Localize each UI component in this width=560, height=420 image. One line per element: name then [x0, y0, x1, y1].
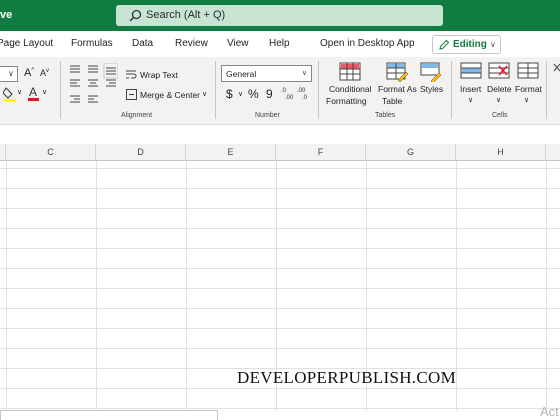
merge-center-button[interactable]: Merge & Center: [140, 90, 200, 100]
tab-help[interactable]: Help: [269, 38, 290, 49]
svg-text:.00: .00: [285, 95, 294, 100]
wrap-text-button[interactable]: Wrap Text: [140, 70, 178, 80]
chevron-down-icon: ∨: [8, 69, 14, 78]
search-placeholder: Search (Alt + Q): [146, 9, 226, 21]
decrease-font-icon[interactable]: Av: [40, 68, 49, 78]
font-size-dropdown[interactable]: ∨: [0, 66, 18, 82]
svg-text:.0: .0: [281, 88, 287, 94]
styles-button[interactable]: Styles: [420, 84, 443, 94]
svg-text:A: A: [29, 85, 37, 99]
chevron-down-icon[interactable]: ∨: [202, 90, 207, 98]
merge-center-icon: [126, 89, 137, 100]
sort-filter-icon[interactable]: [553, 63, 560, 77]
divider: [60, 61, 61, 119]
format-as-table-icon: [386, 62, 408, 82]
increase-font-icon[interactable]: A^: [24, 67, 34, 79]
group-label-tables: Tables: [375, 112, 396, 119]
activate-windows-text: Act: [540, 404, 559, 419]
fill-color-icon[interactable]: [3, 86, 17, 102]
column-header-i[interactable]: [546, 144, 560, 161]
divider: [546, 61, 547, 119]
open-desktop-button[interactable]: Open in Desktop App: [320, 38, 415, 49]
chevron-down-icon[interactable]: ∨: [17, 88, 22, 96]
format-as-table-label-2[interactable]: Table: [382, 96, 402, 106]
search-box[interactable]: Search (Alt + Q): [116, 5, 443, 26]
cell-styles-icon: [420, 62, 442, 82]
chevron-down-icon[interactable]: ∨: [42, 88, 47, 96]
editing-label: Editing: [453, 39, 487, 50]
insert-button[interactable]: Insert: [460, 84, 481, 94]
column-header-e[interactable]: E: [186, 144, 276, 161]
chevron-down-icon: ∨: [490, 40, 496, 49]
conditional-formatting-label-1[interactable]: Conditional: [329, 84, 372, 94]
group-label-cells: Cells: [492, 112, 508, 119]
currency-button[interactable]: $: [226, 87, 233, 101]
column-header-h[interactable]: H: [456, 144, 546, 161]
format-button[interactable]: Format: [515, 84, 542, 94]
divider: [451, 61, 452, 119]
column-header-g[interactable]: G: [366, 144, 456, 161]
delete-button[interactable]: Delete: [487, 84, 512, 94]
chevron-down-icon[interactable]: ∨: [468, 96, 473, 104]
alignment-buttons[interactable]: [68, 63, 118, 111]
increase-decimal-icon[interactable]: .0 .00: [281, 86, 295, 100]
conditional-formatting-label-2[interactable]: Formatting: [326, 96, 367, 106]
format-cells-icon: [517, 62, 539, 79]
divider: [318, 61, 319, 119]
ribbon: ∨ A^ Av ∨ A ∨ Wrap Text Merge & Center ∨…: [0, 57, 560, 125]
number-format-dropdown[interactable]: General ∨: [221, 65, 312, 82]
insert-cells-icon: [460, 62, 482, 79]
watermark: DEVELOPERPUBLISH.COM: [237, 368, 456, 387]
font-color-icon[interactable]: A: [28, 85, 40, 102]
percent-button[interactable]: %: [248, 87, 259, 101]
column-header-c[interactable]: C: [6, 144, 96, 161]
tab-data[interactable]: Data: [132, 38, 153, 49]
tab-review[interactable]: Review: [175, 38, 208, 49]
editing-mode-button[interactable]: Editing ∨: [432, 35, 501, 54]
tab-view[interactable]: View: [227, 38, 249, 49]
decrease-decimal-icon[interactable]: .00 .0: [297, 86, 311, 100]
tab-page-layout[interactable]: Page Layout: [0, 38, 53, 49]
column-header-f[interactable]: F: [276, 144, 366, 161]
title-bar: ve Search (Alt + Q): [0, 0, 560, 31]
chevron-down-icon[interactable]: ∨: [524, 96, 529, 104]
svg-text:.0: .0: [302, 95, 308, 100]
comma-button[interactable]: 9: [266, 87, 273, 101]
conditional-formatting-icon: [339, 62, 361, 81]
sheet-tab-bar[interactable]: [0, 410, 218, 420]
tab-formulas[interactable]: Formulas: [71, 38, 113, 49]
number-format-value: General: [226, 69, 257, 79]
chevron-down-icon: ∨: [301, 70, 307, 77]
chevron-down-icon[interactable]: ∨: [238, 90, 243, 98]
ribbon-tabs: Page Layout Formulas Data Review View He…: [0, 31, 560, 57]
pencil-icon: [439, 39, 450, 50]
search-icon: [129, 9, 142, 22]
format-as-table-label-1[interactable]: Format As: [378, 84, 417, 94]
wrap-text-icon: [126, 70, 137, 79]
group-label-number: Number: [255, 112, 280, 119]
column-header-d[interactable]: D: [96, 144, 186, 161]
divider: [215, 61, 216, 119]
delete-cells-icon: [488, 62, 510, 79]
svg-text:.00: .00: [297, 88, 306, 94]
group-label-alignment: Alignment: [121, 112, 153, 119]
app-title: ve: [0, 9, 13, 21]
column-header-row: C D E F G H: [0, 144, 560, 161]
chevron-down-icon[interactable]: ∨: [496, 96, 501, 104]
